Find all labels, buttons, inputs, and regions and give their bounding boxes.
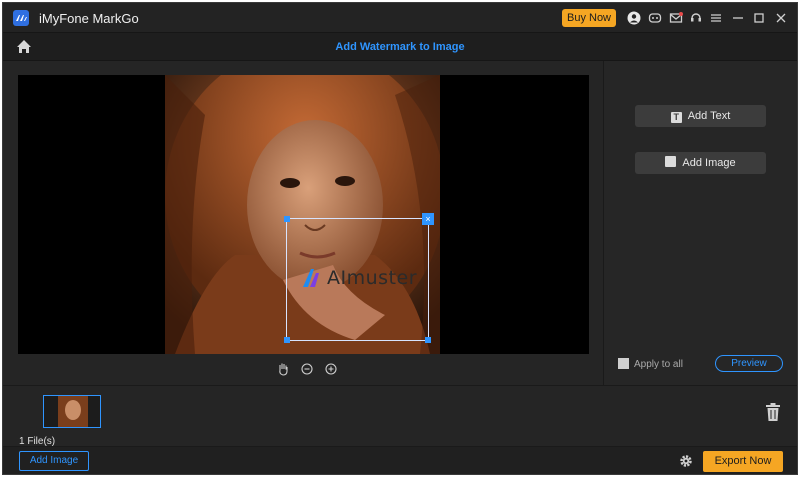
close-icon[interactable]: [774, 11, 788, 25]
file-thumbnail[interactable]: [43, 395, 101, 428]
canvas-area: AImuster ×: [3, 61, 603, 385]
app-window: iMyFone MarkGo Buy Now Add Watermark to …: [2, 2, 798, 475]
mail-icon[interactable]: [669, 11, 683, 25]
buy-now-button[interactable]: Buy Now: [562, 9, 616, 27]
add-image-side-button[interactable]: Add Image: [635, 152, 766, 174]
app-title: iMyFone MarkGo: [39, 11, 139, 26]
file-strip: 1 File(s): [3, 385, 797, 447]
sub-header: Add Watermark to Image: [3, 33, 797, 61]
hand-icon[interactable]: [277, 362, 289, 376]
add-image-side-label: Add Image: [682, 157, 736, 169]
apply-to-all-checkbox[interactable]: [618, 358, 629, 369]
minimize-icon[interactable]: [731, 11, 745, 25]
title-bar: iMyFone MarkGo Buy Now: [3, 3, 797, 33]
text-icon: T: [670, 112, 682, 123]
resize-handle-bottom-right[interactable]: [425, 337, 431, 343]
add-text-button[interactable]: T Add Text: [635, 105, 766, 127]
footer-bar: Add Image Export Now: [3, 446, 797, 474]
discord-icon[interactable]: [648, 11, 662, 25]
zoom-out-icon[interactable]: [301, 363, 313, 375]
watermark-close-button[interactable]: ×: [422, 213, 434, 225]
app-logo-icon: [13, 10, 29, 26]
image-stage: AImuster ×: [18, 75, 589, 354]
right-panel: T Add Text Add Image Apply to all Preview: [603, 61, 797, 385]
support-icon[interactable]: [689, 11, 703, 25]
resize-handle-bottom-left[interactable]: [284, 337, 290, 343]
watermark-box[interactable]: AImuster ×: [284, 213, 434, 343]
menu-icon[interactable]: [709, 11, 723, 25]
preview-button[interactable]: Preview: [715, 355, 783, 372]
add-text-label: Add Text: [687, 110, 731, 122]
gear-icon[interactable]: [679, 454, 693, 468]
resize-handle-top-left[interactable]: [284, 216, 290, 222]
page-title: Add Watermark to Image: [335, 41, 465, 53]
apply-to-all[interactable]: Apply to all: [618, 358, 683, 370]
zoom-in-icon[interactable]: [325, 363, 337, 375]
trash-icon[interactable]: [765, 402, 781, 422]
export-now-button[interactable]: Export Now: [703, 451, 783, 472]
add-image-button[interactable]: Add Image: [19, 451, 89, 471]
maximize-icon[interactable]: [752, 11, 766, 25]
user-icon[interactable]: [627, 11, 641, 25]
apply-to-all-label: Apply to all: [634, 359, 683, 370]
image-icon: [665, 156, 677, 167]
watermark-text: AImuster: [327, 267, 418, 289]
